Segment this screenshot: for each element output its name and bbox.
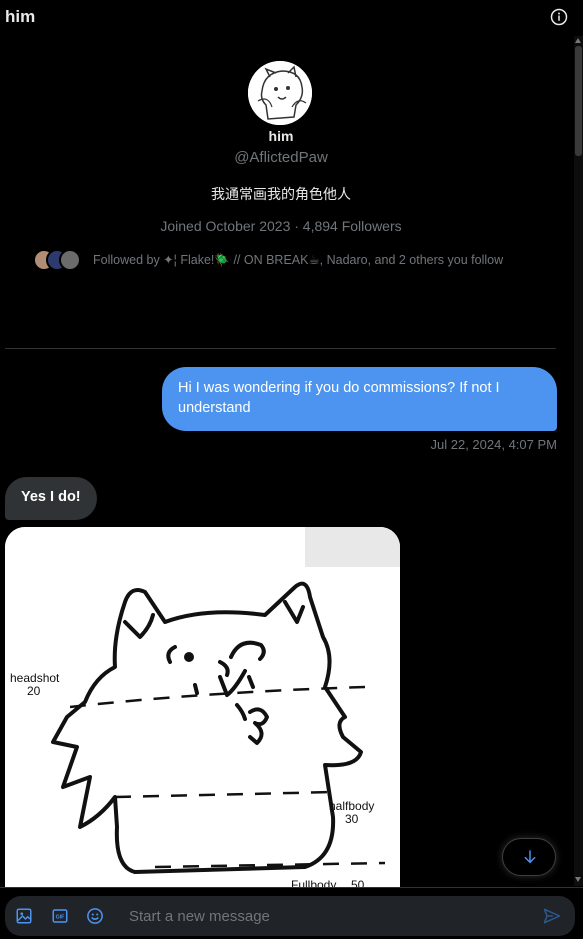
conversation-title: him (5, 7, 36, 26)
headshot-label: headshot (10, 671, 60, 685)
emoji-icon[interactable] (86, 907, 104, 925)
received-message-text: Yes I do! (21, 489, 81, 505)
halfbody-price: 30 (345, 812, 359, 826)
sent-message-text: Hi I was wondering if you do commissions… (178, 380, 500, 416)
scroll-down-arrow-icon[interactable] (575, 877, 581, 882)
scroll-up-arrow-icon[interactable] (575, 38, 581, 43)
divider (5, 348, 556, 349)
gif-icon[interactable]: GIF (51, 907, 69, 925)
info-icon[interactable] (550, 8, 568, 26)
arrow-down-icon (524, 850, 536, 864)
message-input[interactable] (129, 896, 529, 936)
followed-by-row[interactable]: Followed by ✦¦ Flake!🪲 // ON BREAK☕, Nad… (33, 248, 553, 272)
image-icon[interactable] (15, 907, 33, 925)
received-image-message[interactable]: headshot 20 halfbody 30 Fullbody 50 (5, 527, 400, 907)
scroll-to-bottom-button[interactable] (502, 838, 556, 876)
profile-bio: 我通常画我的角色他人 (211, 186, 351, 202)
scrollbar[interactable] (574, 36, 583, 886)
avatar[interactable] (248, 61, 312, 125)
commission-price-sheet-image: headshot 20 halfbody 30 Fullbody 50 (5, 527, 400, 907)
headshot-price: 20 (27, 684, 41, 698)
send-icon[interactable] (542, 906, 562, 926)
composer-bar: GIF (0, 887, 583, 939)
scrollbar-thumb[interactable] (575, 46, 582, 156)
profile-name[interactable]: him (0, 128, 562, 144)
composer: GIF (5, 896, 575, 936)
follower-avatar (59, 249, 81, 271)
conversation-header: him (0, 0, 583, 36)
svg-text:GIF: GIF (56, 915, 66, 921)
profile-handle[interactable]: @AflictedPaw (0, 149, 562, 166)
followed-by-text: Followed by ✦¦ Flake!🪲 // ON BREAK☕, Nad… (93, 253, 504, 267)
profile-meta: Joined October 2023 · 4,894 Followers (160, 218, 402, 234)
halfbody-label: halfbody (329, 799, 374, 813)
received-message-bubble[interactable]: Yes I do! (5, 477, 97, 520)
sent-message-bubble[interactable]: Hi I was wondering if you do commissions… (162, 367, 557, 431)
message-timestamp: Jul 22, 2024, 4:07 PM (430, 437, 557, 452)
